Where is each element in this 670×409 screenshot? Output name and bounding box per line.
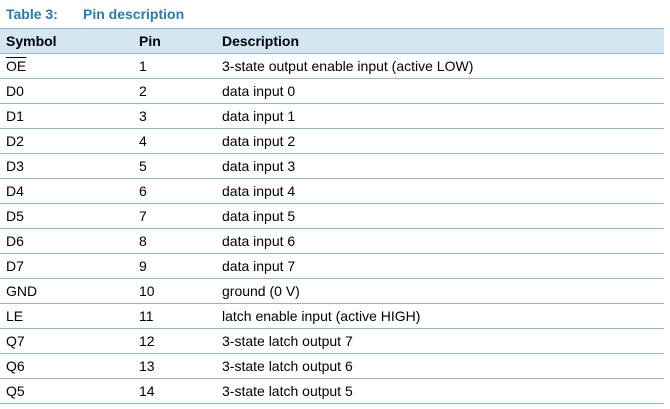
cell-symbol: Q5 [0, 378, 133, 404]
cell-description: data input 1 [216, 103, 664, 129]
cell-description: 3-state latch output 6 [216, 353, 664, 379]
header-pin: Pin [133, 28, 216, 54]
cell-symbol: D7 [0, 253, 133, 279]
table-row: D5 7 data input 5 [0, 203, 664, 229]
cell-symbol: D0 [0, 78, 133, 104]
cell-pin: 4 [133, 128, 216, 154]
cell-symbol: D1 [0, 103, 133, 129]
cell-description: 3-state latch output 5 [216, 378, 664, 404]
table-row: D4 6 data input 4 [0, 178, 664, 204]
table-row: OE 1 3-state output enable input (active L… [0, 53, 664, 79]
cell-symbol: GND [0, 278, 133, 304]
cell-pin: 6 [133, 178, 216, 204]
cell-pin: 2 [133, 78, 216, 104]
table-row: D0 2 data input 0 [0, 78, 664, 104]
table-number: Table 3: [6, 6, 58, 22]
table-body: OE 1 3-state output enable input (active L… [0, 53, 664, 404]
cell-description: 3-state latch output 7 [216, 328, 664, 354]
cell-pin: 8 [133, 228, 216, 254]
cell-symbol: LE [0, 303, 133, 329]
table-row: LE 11 latch enable input (active HIGH) [0, 303, 664, 329]
table-header: Symbol Pin Description [0, 28, 664, 54]
table-row: D6 8 data input 6 [0, 228, 664, 254]
table-title: Pin description [83, 6, 185, 22]
table-row: Q6 13 3-state latch output 6 [0, 353, 664, 379]
table-row: D3 5 data input 3 [0, 153, 664, 179]
header-symbol: Symbol [0, 28, 133, 54]
table-row: Q5 14 3-state latch output 5 [0, 378, 664, 404]
table-row: D7 9 data input 7 [0, 253, 664, 279]
cell-description: data input 0 [216, 78, 664, 104]
table-row: D1 3 data input 1 [0, 103, 664, 129]
cell-pin: 1 [133, 53, 216, 79]
header-description: Description [216, 28, 664, 54]
cell-symbol: D5 [0, 203, 133, 229]
cell-symbol: D6 [0, 228, 133, 254]
cell-pin: 9 [133, 253, 216, 279]
cell-symbol: D4 [0, 178, 133, 204]
cell-pin: 3 [133, 103, 216, 129]
cell-pin: 5 [133, 153, 216, 179]
cell-description: data input 5 [216, 203, 664, 229]
cell-pin: 14 [133, 378, 216, 404]
cell-description: latch enable input (active HIGH) [216, 303, 664, 329]
header-row: Symbol Pin Description [0, 28, 664, 54]
table-row: D2 4 data input 2 [0, 128, 664, 154]
cell-description: data input 4 [216, 178, 664, 204]
cell-description: ground (0 V) [216, 278, 664, 304]
cell-pin: 7 [133, 203, 216, 229]
cell-description: 3-state output enable input (active LOW) [216, 53, 664, 79]
cell-symbol: Q6 [0, 353, 133, 379]
cell-description: data input 2 [216, 128, 664, 154]
cell-description: data input 6 [216, 228, 664, 254]
cell-symbol: D2 [0, 128, 133, 154]
cell-pin: 12 [133, 328, 216, 354]
pin-description-table: Symbol Pin Description OE 1 3-state output… [0, 28, 664, 404]
cell-symbol: D3 [0, 153, 133, 179]
table-row: GND 10 ground (0 V) [0, 278, 664, 304]
cell-description: data input 7 [216, 253, 664, 279]
cell-pin: 10 [133, 278, 216, 304]
cell-symbol: OE [0, 53, 133, 79]
cell-description: data input 3 [216, 153, 664, 179]
cell-pin: 13 [133, 353, 216, 379]
cell-pin: 11 [133, 303, 216, 329]
cell-symbol: Q7 [0, 328, 133, 354]
table-caption: Table 3: Pin description [6, 6, 184, 26]
table-row: Q7 12 3-state latch output 7 [0, 328, 664, 354]
